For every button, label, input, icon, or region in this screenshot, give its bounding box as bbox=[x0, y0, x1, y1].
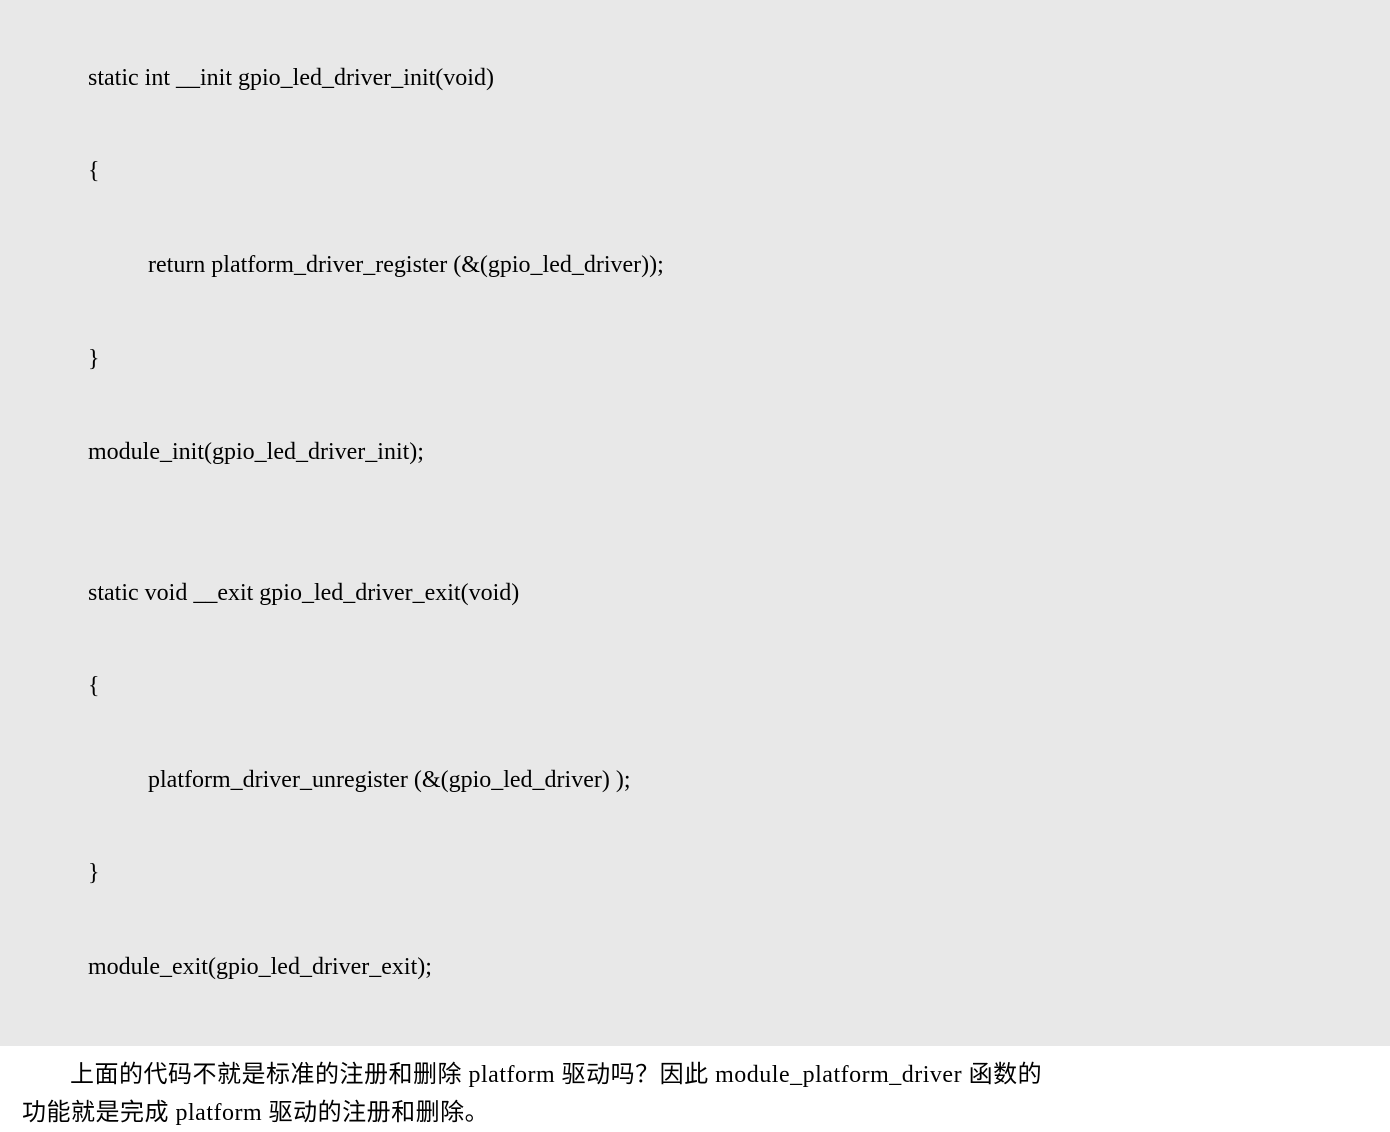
code-line: } bbox=[88, 336, 1390, 383]
code-line: return platform_driver_register (&(gpio_… bbox=[88, 242, 1390, 289]
code-line: module_exit(gpio_led_driver_exit); bbox=[88, 944, 1390, 991]
code-line: module_init(gpio_led_driver_init); bbox=[88, 429, 1390, 476]
prose-block: 上面的代码不就是标准的注册和删除 platform 驱动吗？因此 module_… bbox=[0, 1046, 1390, 1132]
code-line: platform_driver_unregister (&(gpio_led_d… bbox=[88, 757, 1390, 804]
prose-line: 功能就是完成 platform 驱动的注册和删除。 bbox=[0, 1094, 1390, 1132]
prose-line: 上面的代码不就是标准的注册和删除 platform 驱动吗？因此 module_… bbox=[0, 1056, 1390, 1094]
code-block: static int __init gpio_led_driver_init(v… bbox=[0, 0, 1390, 1046]
code-line: { bbox=[88, 148, 1390, 195]
code-line: static void __exit gpio_led_driver_exit(… bbox=[88, 570, 1390, 617]
code-line: { bbox=[88, 663, 1390, 710]
code-line: } bbox=[88, 850, 1390, 897]
code-line: static int __init gpio_led_driver_init(v… bbox=[88, 55, 1390, 102]
